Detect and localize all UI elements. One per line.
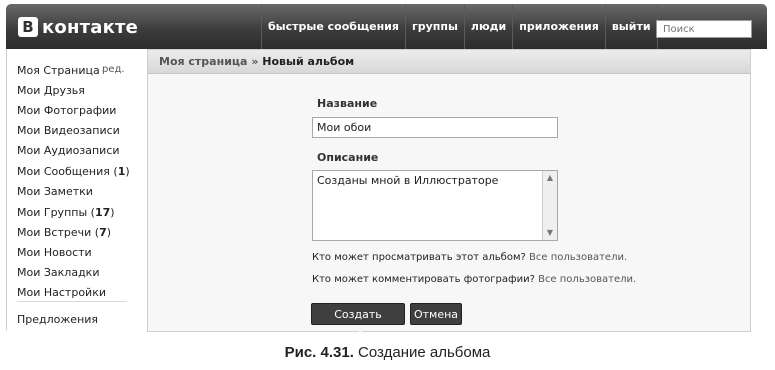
sidebar-item-settings[interactable]: Мои Настройки (17, 286, 106, 299)
search-input[interactable] (656, 20, 752, 38)
comment-permission: Кто может комментировать фотографии? Все… (312, 274, 636, 285)
edit-link[interactable]: ред. (102, 64, 125, 75)
sidebar-item-bookmarks[interactable]: Мои Закладки (17, 266, 99, 279)
view-permission-value[interactable]: Все пользователи. (529, 252, 627, 263)
sidebar-item-events[interactable]: Мои Встречи (7) (17, 226, 111, 239)
breadcrumb-current: Новый альбом (262, 55, 355, 68)
sidebar-item-label: Мои Новости (17, 246, 92, 259)
sidebar-item-label: Мои Закладки (17, 266, 100, 279)
sidebar-item-notes[interactable]: Мои Заметки (17, 185, 93, 198)
breadcrumb-parent[interactable]: Моя страница (159, 55, 247, 68)
scroll-down-icon[interactable]: ▼ (543, 226, 557, 240)
sidebar-item-label: Мои Встречи (17, 226, 92, 239)
view-permission-question: Кто может просматривать этот альбом? (312, 252, 526, 263)
sidebar-item-label: Мои Друзья (17, 84, 85, 97)
sidebar-item-count: 7 (99, 226, 107, 239)
sidebar-item-videos[interactable]: Мои Видеозаписи (17, 124, 120, 137)
sidebar-item-suggestions[interactable]: Предложения (17, 313, 98, 326)
sidebar-item-label: Мои Группы (17, 206, 88, 219)
nav-apps[interactable]: приложения (512, 4, 605, 49)
main-content: Моя страница » Новый альбом Название Мои… (147, 49, 751, 342)
sidebar-item-count: 17 (94, 206, 111, 219)
description-label: Описание (317, 151, 379, 164)
nav-people[interactable]: люди (463, 4, 512, 49)
sidebar-item-label: Мои Фотографии (17, 104, 117, 117)
sidebar-item-label: Мои Настройки (17, 286, 106, 299)
comment-permission-value[interactable]: Все пользователи. (538, 274, 636, 285)
textarea-scrollbar[interactable]: ▲ ▼ (542, 171, 557, 240)
cancel-button[interactable]: Отмена (410, 303, 462, 325)
top-bar: B контакте быстрые сообщения группы люди… (6, 4, 767, 49)
sidebar: Моя Страница ред. Мои Друзья Мои Фотогра… (6, 49, 147, 330)
description-text: Созданы мной в Иллюстраторе (317, 174, 499, 187)
album-name-input[interactable]: Мои обои (312, 117, 558, 138)
figure-caption: Рис. 4.31. Создание альбома (0, 344, 775, 361)
sidebar-item-label: Предложения (17, 313, 99, 326)
sidebar-item-label: Мои Аудиозаписи (17, 144, 120, 157)
sidebar-item-photos[interactable]: Мои Фотографии (17, 104, 116, 117)
sidebar-item-label: Мои Сообщения (17, 165, 110, 178)
breadcrumb: Моя страница » Новый альбом (148, 50, 750, 74)
scroll-up-icon[interactable]: ▲ (543, 171, 557, 185)
create-album-button[interactable]: Создать альбом (311, 303, 405, 342)
sidebar-divider (17, 301, 127, 302)
sidebar-item-friends[interactable]: Мои Друзья (17, 84, 85, 97)
logo[interactable]: B контакте (18, 16, 138, 38)
sidebar-item-label: Моя Страница (17, 64, 100, 77)
sidebar-item-my-page[interactable]: Моя Страница (17, 64, 100, 77)
album-name-label: Название (317, 97, 378, 110)
top-nav: быстрые сообщения группы люди приложения… (261, 4, 658, 49)
browser-frame: B контакте быстрые сообщения группы люди… (6, 4, 767, 342)
logo-icon: B (18, 17, 38, 37)
comment-permission-question: Кто может комментировать фотографии? (312, 274, 535, 285)
logo-text: контакте (42, 16, 139, 38)
sidebar-item-count: 1 (117, 165, 126, 178)
sidebar-item-label: Мои Заметки (17, 185, 93, 198)
sidebar-item-news[interactable]: Мои Новости (17, 246, 92, 259)
figure-number: Рис. 4.31. (284, 344, 354, 361)
breadcrumb-separator: » (251, 55, 259, 68)
view-permission: Кто может просматривать этот альбом? Все… (312, 252, 627, 263)
sidebar-item-messages[interactable]: Мои Сообщения (1) (17, 165, 130, 178)
sidebar-item-label: Мои Видеозаписи (17, 124, 120, 137)
figure-title: Создание альбома (358, 344, 491, 361)
nav-logout[interactable]: выйти (604, 4, 658, 49)
nav-groups[interactable]: группы (404, 4, 464, 49)
sidebar-item-audio[interactable]: Мои Аудиозаписи (17, 144, 120, 157)
description-textarea[interactable]: Созданы мной в Иллюстраторе ▲ ▼ (312, 170, 558, 241)
sidebar-item-groups[interactable]: Мои Группы (17) (17, 206, 115, 219)
nav-quick-messages[interactable]: быстрые сообщения (261, 4, 405, 49)
